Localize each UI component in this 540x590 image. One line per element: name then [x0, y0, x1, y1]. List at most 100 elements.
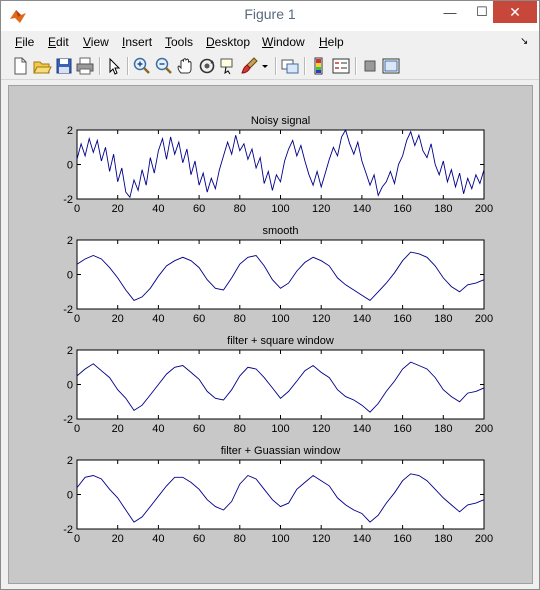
x-tick-label: 200 — [475, 203, 493, 215]
menu-view-label: iew — [90, 35, 109, 49]
x-tick-label: 200 — [475, 533, 493, 545]
x-tick-label: 160 — [393, 423, 411, 435]
menu-tools[interactable]: Tools — [165, 35, 193, 49]
x-tick-label: 100 — [271, 423, 289, 435]
x-tick-label: 120 — [312, 423, 330, 435]
x-tick-label: 60 — [193, 423, 205, 435]
toolbar-separator — [275, 57, 277, 75]
subplot-title-3: filter + square window — [227, 335, 334, 347]
show-plot-tools-icon[interactable] — [381, 56, 401, 76]
menu-edit-label: dit — [56, 35, 69, 49]
menu-window[interactable]: Window — [262, 35, 305, 49]
menu-window-accel: W — [262, 35, 274, 49]
y-tick-label: 2 — [67, 345, 73, 357]
new-figure-icon[interactable] — [10, 56, 30, 76]
x-tick-label: 40 — [152, 313, 164, 325]
y-tick-label: 0 — [67, 490, 73, 502]
x-tick-label: 140 — [353, 203, 371, 215]
y-tick-label: 2 — [67, 125, 73, 137]
x-tick-label: 60 — [193, 203, 205, 215]
x-tick-label: 40 — [152, 203, 164, 215]
x-tick-label: 100 — [271, 203, 289, 215]
x-tick-label: 200 — [475, 423, 493, 435]
subplot-title-4: filter + Guassian window — [221, 445, 341, 457]
link-plot-icon[interactable] — [280, 56, 300, 76]
menu-help[interactable]: Help — [319, 35, 344, 49]
menu-edit-accel: E — [48, 35, 57, 49]
zoom-out-icon[interactable] — [154, 56, 174, 76]
x-tick-label: 40 — [152, 423, 164, 435]
x-tick-label: 160 — [393, 203, 411, 215]
x-tick-label: 0 — [74, 313, 80, 325]
y-tick-label: -2 — [63, 524, 73, 536]
menu-insert-label: nsert — [125, 35, 153, 49]
y-tick-label: 2 — [67, 235, 73, 247]
menu-window-label: indow — [273, 35, 305, 49]
menu-view[interactable]: View — [83, 35, 109, 49]
menu-file[interactable]: File — [15, 35, 34, 49]
brush-dropdown-icon[interactable] — [260, 56, 270, 76]
x-tick-label: 180 — [434, 313, 452, 325]
x-tick-label: 60 — [193, 533, 205, 545]
minimize-button[interactable]: — — [433, 1, 467, 23]
menu-desktop[interactable]: Desktop — [206, 35, 250, 49]
close-button[interactable]: ✕ — [493, 1, 537, 23]
toolbar-separator — [355, 57, 357, 75]
y-tick-label: 0 — [67, 160, 73, 172]
x-tick-label: 140 — [353, 313, 371, 325]
y-tick-label: 0 — [67, 380, 73, 392]
x-tick-label: 100 — [271, 533, 289, 545]
x-tick-label: 20 — [112, 423, 124, 435]
menu-view-accel: V — [83, 35, 91, 49]
subplot-title-1: Noisy signal — [251, 115, 310, 127]
edit-plot-arrow-icon[interactable] — [104, 56, 124, 76]
menu-help-label: elp — [327, 35, 344, 49]
rotate-3d-icon[interactable] — [197, 56, 217, 76]
x-tick-label: 140 — [353, 423, 371, 435]
menu-file-label: ile — [22, 35, 35, 49]
axes-box-4 — [76, 459, 485, 530]
figure-canvas: Noisy signal 0 20 40 60 80 100 120 140 160 180 200-… — [8, 85, 533, 584]
toolbar-separator — [304, 57, 306, 75]
x-tick-label: 120 — [312, 533, 330, 545]
data-cursor-icon[interactable] — [218, 56, 238, 76]
y-tick-label: -2 — [63, 304, 73, 316]
x-tick-label: 180 — [434, 203, 452, 215]
legend-icon[interactable] — [331, 56, 351, 76]
brush-icon[interactable] — [240, 56, 260, 76]
menu-tools-label: ools — [171, 35, 194, 49]
x-tick-label: 40 — [152, 533, 164, 545]
x-tick-label: 80 — [234, 203, 246, 215]
hide-plot-tools-icon[interactable] — [360, 56, 380, 76]
pan-hand-icon[interactable] — [175, 56, 195, 76]
figure-window: Figure 1 — ☐ ✕ File Edit View Insert Too… — [0, 0, 540, 590]
x-tick-label: 0 — [74, 533, 80, 545]
x-tick-label: 20 — [112, 203, 124, 215]
y-tick-label: -2 — [63, 414, 73, 426]
x-tick-label: 60 — [193, 313, 205, 325]
x-tick-label: 0 — [74, 423, 80, 435]
zoom-in-icon[interactable] — [132, 56, 152, 76]
menu-desktop-label: esktop — [214, 35, 251, 49]
x-tick-label: 80 — [234, 533, 246, 545]
subplot-area: Noisy signal0 20 40 60 80 100 120 140 160 180 200-… — [63, 115, 493, 545]
menu-desktop-accel: D — [206, 35, 215, 49]
x-tick-label: 180 — [434, 533, 452, 545]
menu-edit[interactable]: Edit — [48, 35, 69, 49]
x-tick-label: 0 — [74, 203, 80, 215]
open-file-icon[interactable] — [32, 56, 52, 76]
x-tick-label: 200 — [475, 313, 493, 325]
title-bar[interactable]: Figure 1 — ☐ ✕ — [1, 1, 539, 31]
axes-box-3 — [76, 349, 485, 420]
print-icon[interactable] — [75, 56, 95, 76]
menu-insert[interactable]: Insert — [122, 35, 152, 49]
colorbar-icon[interactable] — [309, 56, 329, 76]
x-tick-label: 120 — [312, 313, 330, 325]
x-tick-label: 100 — [271, 313, 289, 325]
y-tick-label: 2 — [67, 455, 73, 467]
x-tick-label: 20 — [112, 533, 124, 545]
dock-arrow-icon[interactable]: ↘ — [520, 36, 528, 47]
figure-toolbar — [1, 53, 539, 80]
save-icon[interactable] — [54, 56, 74, 76]
subplot-title-2: smooth — [262, 225, 298, 237]
